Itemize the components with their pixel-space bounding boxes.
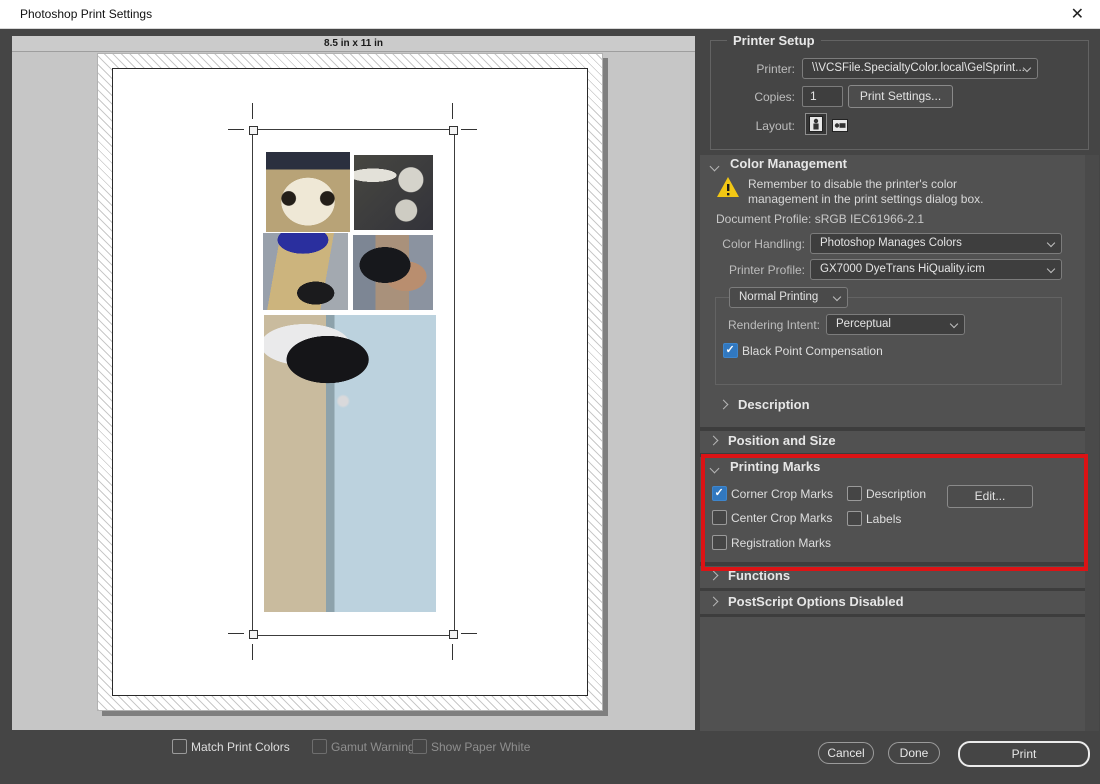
cancel-button[interactable]: Cancel bbox=[818, 742, 874, 764]
layout-landscape-button[interactable] bbox=[831, 116, 849, 134]
crop-mark-right-top-h bbox=[461, 129, 477, 130]
crop-mark-left-bottom-h bbox=[228, 633, 244, 634]
show-paper-white-checkbox bbox=[412, 739, 427, 754]
color-handling-label: Color Handling: bbox=[700, 237, 805, 251]
rendering-intent-label: Rendering Intent: bbox=[700, 318, 820, 332]
labels-checkbox-label: Labels bbox=[866, 512, 901, 526]
printer-select[interactable]: \\VCSFile.SpecialtyColor.local\GelSprint… bbox=[802, 58, 1038, 79]
handle-bottom-left[interactable] bbox=[249, 630, 258, 639]
black-point-compensation-label: Black Point Compensation bbox=[742, 344, 883, 358]
print-mode-select[interactable]: Normal Printing bbox=[729, 287, 848, 308]
labels-checkbox[interactable] bbox=[847, 511, 862, 526]
registration-marks-checkbox[interactable] bbox=[712, 535, 727, 550]
position-size-title[interactable]: Position and Size bbox=[728, 433, 836, 448]
section-divider bbox=[700, 588, 1085, 591]
center-crop-marks-label: Center Crop Marks bbox=[731, 511, 832, 525]
registration-marks-label: Registration Marks bbox=[731, 536, 831, 550]
crop-mark-right-bottom-h bbox=[461, 633, 477, 634]
handle-top-right[interactable] bbox=[449, 126, 458, 135]
layout-portrait-button[interactable] bbox=[806, 114, 826, 134]
center-crop-marks-checkbox[interactable] bbox=[712, 510, 727, 525]
paper-size-label: 8.5 in x 11 in bbox=[12, 36, 695, 52]
description-section-title[interactable]: Description bbox=[738, 397, 810, 412]
printing-marks-title[interactable]: Printing Marks bbox=[730, 459, 820, 474]
document-profile-text: Document Profile: sRGB IEC61966-2.1 bbox=[716, 212, 924, 226]
rendering-intent-select[interactable]: Perceptual bbox=[826, 314, 965, 335]
corner-crop-marks-label: Corner Crop Marks bbox=[731, 487, 833, 501]
copies-label: Copies: bbox=[700, 90, 795, 104]
crop-mark-left-top-h bbox=[228, 129, 244, 130]
gamut-warning-label: Gamut Warning bbox=[331, 740, 415, 754]
crop-mark-top-right-v bbox=[452, 103, 453, 119]
handle-bottom-right[interactable] bbox=[449, 630, 458, 639]
copies-input[interactable]: 1 bbox=[802, 86, 843, 107]
postscript-title[interactable]: PostScript Options Disabled bbox=[728, 594, 904, 609]
handle-top-left[interactable] bbox=[249, 126, 258, 135]
crop-mark-bottom-right-v bbox=[452, 644, 453, 660]
print-preview-area: 8.5 in x 11 in bbox=[12, 36, 695, 730]
warning-text-line2: management in the print settings dialog … bbox=[748, 192, 983, 206]
crop-mark-bottom-left-v bbox=[252, 644, 253, 660]
landscape-orientation-icon bbox=[832, 119, 848, 132]
section-divider bbox=[700, 453, 1085, 457]
portrait-orientation-icon bbox=[809, 116, 823, 132]
color-management-title[interactable]: Color Management bbox=[730, 156, 847, 171]
printer-label: Printer: bbox=[700, 62, 795, 76]
functions-title[interactable]: Functions bbox=[728, 568, 790, 583]
dialog-title: Photoshop Print Settings bbox=[20, 7, 152, 21]
printer-setup-title: Printer Setup bbox=[727, 33, 821, 48]
match-print-colors-label: Match Print Colors bbox=[191, 740, 290, 754]
scrollbar-track[interactable] bbox=[1085, 155, 1099, 731]
edit-button[interactable]: Edit... bbox=[947, 485, 1033, 508]
description-checkbox-label: Description bbox=[866, 487, 926, 501]
description-checkbox[interactable] bbox=[847, 486, 862, 501]
warning-icon bbox=[716, 176, 740, 198]
photoshop-print-settings-dialog: Photoshop Print Settings ✕ 8.5 in x 11 i… bbox=[0, 0, 1100, 784]
title-bar: Photoshop Print Settings ✕ bbox=[0, 0, 1100, 29]
show-paper-white-label: Show Paper White bbox=[431, 740, 530, 754]
close-icon[interactable]: ✕ bbox=[1067, 4, 1088, 24]
section-divider bbox=[700, 562, 1085, 566]
gamut-warning-checkbox bbox=[312, 739, 327, 754]
section-divider bbox=[700, 427, 1085, 431]
print-bounding-box[interactable] bbox=[252, 129, 455, 636]
print-button[interactable]: Print bbox=[958, 741, 1090, 767]
match-print-colors-checkbox[interactable] bbox=[172, 739, 187, 754]
color-handling-select[interactable]: Photoshop Manages Colors bbox=[810, 233, 1062, 254]
black-point-compensation-checkbox[interactable] bbox=[723, 343, 738, 358]
warning-text-line1: Remember to disable the printer's color bbox=[748, 177, 957, 191]
layout-label: Layout: bbox=[700, 119, 795, 133]
done-button[interactable]: Done bbox=[888, 742, 940, 764]
printer-profile-select[interactable]: GX7000 DyeTrans HiQuality.icm bbox=[810, 259, 1062, 280]
printer-profile-label: Printer Profile: bbox=[700, 263, 805, 277]
section-divider bbox=[700, 614, 1085, 617]
crop-mark-top-left-v bbox=[252, 103, 253, 119]
print-settings-button[interactable]: Print Settings... bbox=[848, 85, 953, 108]
print-mode-group bbox=[715, 297, 1062, 385]
corner-crop-marks-checkbox[interactable] bbox=[712, 486, 727, 501]
